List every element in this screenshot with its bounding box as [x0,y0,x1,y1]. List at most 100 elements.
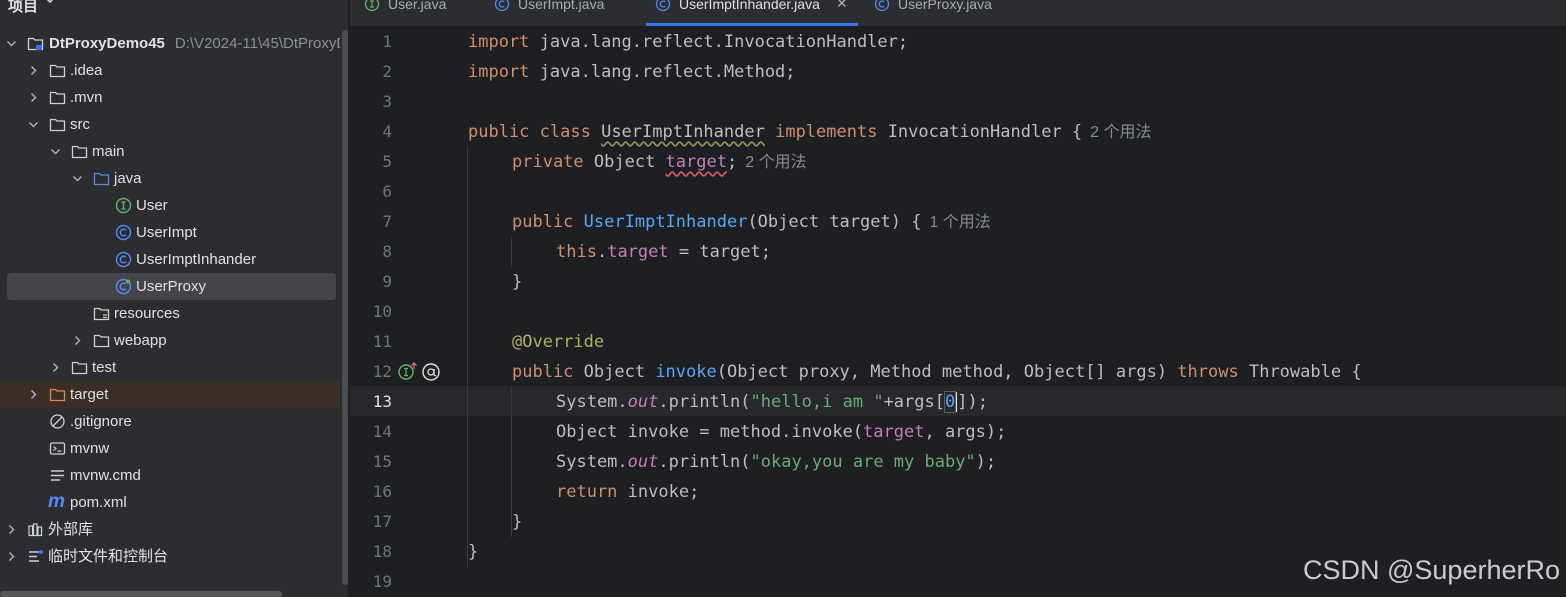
tree-item-main[interactable]: main [0,138,340,165]
tree-item-userproxy[interactable]: UserProxy [7,273,336,300]
tree-item-idea[interactable]: .idea [0,57,340,84]
code-line-1: import java.lang.reflect.InvocationHandl… [468,27,908,57]
code-line-7: public UserImptInhander(Object target) {… [512,207,991,237]
tree-item-src[interactable]: src [0,111,340,138]
tree-item-project-root[interactable]: DtProxyDemo45 D:\V2024-11\45\DtProxyDemo4… [0,30,348,57]
code-token: java.lang.reflect.InvocationHandler; [529,32,909,52]
tree-item-userimpt[interactable]: UserImpt [0,219,340,246]
chevron-right-icon[interactable] [28,389,39,400]
code-token: invoke [655,362,717,382]
line-number: 17 [372,512,392,531]
code-token: throws [1177,362,1239,382]
chevron-down-icon[interactable] [6,38,17,49]
tree-item-scratches[interactable]: 临时文件和控制台 [0,543,340,570]
tab-userimpt-java[interactable]: UserImpt.java [494,0,624,26]
tree-item-mvn[interactable]: .mvn [0,84,340,111]
maven-icon: m [48,491,65,512]
tree-item-test[interactable]: test [0,354,340,381]
code-token: UserImptInhander [583,212,748,232]
code-line-4: public class UserImptInhander implements… [468,117,1152,147]
tab-userimptinhander-java[interactable]: UserImptInhander.java ✕ [646,0,858,26]
interface-icon [364,0,380,12]
usage-inlay-hint[interactable]: 2 个用法 [1090,124,1151,141]
folder-icon [93,334,110,348]
code-token: = target; [668,242,771,262]
code-token: public [512,212,574,232]
chevron-right-icon[interactable] [50,362,61,373]
line-number: 15 [372,452,392,471]
code-line-15: System.out.println("okay,you are my baby… [556,447,996,477]
close-icon[interactable]: ✕ [836,0,848,12]
code-line-12: public Object invoke(Object proxy, Metho… [512,357,1362,387]
editor-tab-bar: User.java UserImpt.java UserImptInhander… [350,0,1566,27]
line-number: 14 [372,422,392,441]
code-token: return [556,482,618,502]
chevron-down-icon[interactable] [28,119,39,130]
indent-guide [467,147,468,567]
tree-item-mvnw-cmd[interactable]: mvnw.cmd [0,462,340,489]
chevron-right-icon[interactable] [28,65,39,76]
code-editor[interactable]: 1 2 3 4 5 6 7 8 9 10 11 12 13 14 15 16 1… [350,27,1566,597]
line-number: 8 [382,242,392,261]
tree-item-label: main [92,143,125,160]
code-token: } [512,272,523,292]
code-token: ); [975,452,997,472]
tree-item-resources[interactable]: resources [0,300,340,327]
class-icon [494,0,510,12]
tree-item-label: DtProxyDemo45 [49,35,165,52]
chevron-down-icon[interactable] [50,146,61,157]
horizontal-scrollbar[interactable] [0,591,282,597]
interface-icon [115,197,132,214]
chevron-right-icon[interactable] [72,335,83,346]
code-token: out [627,452,659,472]
tree-item-webapp[interactable]: webapp [0,327,340,354]
library-icon [28,523,43,537]
code-token: Object invoke = method.invoke( [556,422,864,442]
folder-icon [71,361,88,375]
implements-gutter-icon[interactable] [398,362,417,380]
code-token: java.lang.reflect.Method; [529,62,796,82]
code-token: target [863,422,925,442]
source-folder-icon [93,172,110,186]
code-token: } [468,542,479,562]
code-line-11: @Override [512,327,604,357]
chevron-down-icon[interactable] [72,173,83,184]
tree-item-gitignore[interactable]: .gitignore [0,408,340,435]
override-gutter-icon[interactable] [422,363,440,381]
tab-user-java[interactable]: User.java [364,0,476,26]
code-token: Object [583,152,666,172]
tree-item-mvnw[interactable]: mvnw [0,435,340,462]
tree-item-pom[interactable]: m pom.xml [0,489,340,516]
tree-item-user[interactable]: User [0,192,340,219]
code-token: (Object target) { [747,212,922,232]
line-number: 12 [372,362,392,381]
code-token: target [665,152,727,172]
tree-item-label: mvnw [70,440,110,457]
project-scrollbar[interactable] [342,30,348,585]
line-number: 4 [382,122,392,141]
tab-userproxy-java[interactable]: UserProxy.java [874,0,1004,26]
code-token: (Object proxy, Method method, Object[] a… [716,362,1178,382]
line-number: 18 [372,542,392,561]
code-token: Throwable { [1238,362,1362,382]
tree-item-userimptinhander[interactable]: UserImptInhander [0,246,340,273]
tree-item-external-libraries[interactable]: 外部库 [0,516,340,543]
line-number-current: 13 [372,392,392,411]
code-token: @Override [512,332,605,352]
chevron-down-icon[interactable] [44,0,56,6]
code-line-14: Object invoke = method.invoke(target, ar… [556,417,1006,447]
tree-item-java[interactable]: java [0,165,340,192]
code-token: .println( [658,452,751,472]
tab-label: UserImptInhander.java [679,0,820,12]
tree-item-label: target [70,386,109,403]
usage-inlay-hint[interactable]: 1 个用法 [929,214,990,231]
chevron-right-icon[interactable] [6,524,17,535]
chevron-right-icon[interactable] [28,92,39,103]
usage-inlay-hint[interactable]: 2 个用法 [745,154,806,171]
line-number: 11 [372,332,392,351]
tree-item-target[interactable]: target [0,381,340,408]
line-number: 10 [372,302,392,321]
chevron-right-icon[interactable] [6,551,17,562]
project-header[interactable]: 项目 [0,0,348,18]
tree-item-label: UserImpt [136,224,197,241]
